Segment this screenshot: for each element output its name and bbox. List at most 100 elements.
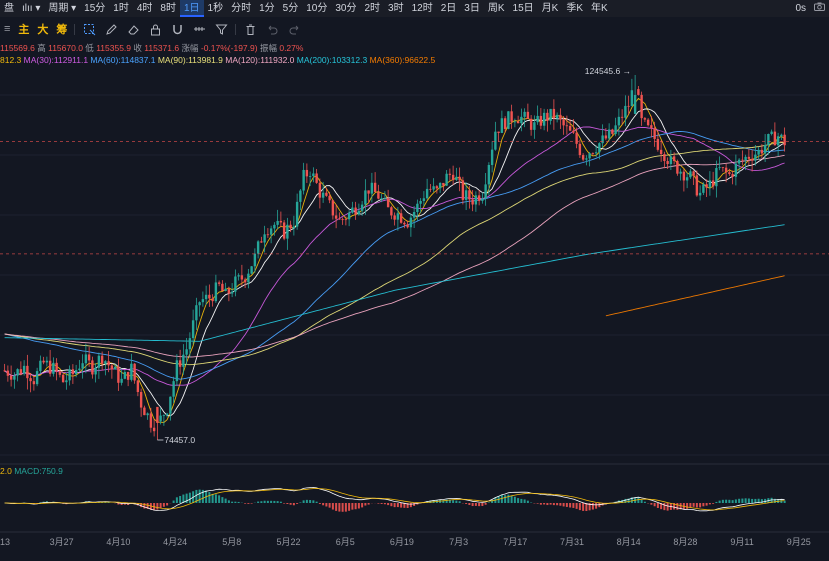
- macd-bar: [578, 503, 581, 511]
- candle-body: [568, 125, 572, 131]
- macd-bar: [247, 503, 250, 504]
- candle-body: [42, 360, 45, 363]
- candle-body: [143, 407, 146, 416]
- macd-bar: [562, 503, 565, 507]
- candle-body: [468, 190, 471, 200]
- macd-bar: [283, 503, 286, 504]
- macd-bar: [536, 503, 539, 504]
- candle-body: [731, 174, 734, 177]
- candle-body: [107, 361, 110, 366]
- macd-bar: [575, 503, 578, 509]
- macd-bar: [744, 498, 747, 503]
- macd-bar: [208, 492, 211, 503]
- candle-body: [409, 217, 413, 228]
- candle-body: [750, 158, 754, 161]
- candle-body: [763, 145, 767, 154]
- candle-body: [211, 298, 214, 302]
- candle-body: [552, 108, 556, 119]
- candle-body: [510, 111, 513, 122]
- macd-bar: [526, 500, 529, 503]
- candle-body: [624, 105, 627, 118]
- candle-body: [741, 159, 744, 161]
- x-tick-label: 9月11: [730, 537, 753, 547]
- candle-body: [461, 180, 465, 200]
- macd-bar: [637, 497, 640, 503]
- candle-body: [139, 392, 143, 408]
- macd-bar: [556, 503, 559, 506]
- candle-body: [94, 367, 97, 375]
- candle-body: [357, 210, 361, 215]
- candle-body: [403, 222, 406, 225]
- candle-body: [396, 213, 400, 220]
- candle-body: [185, 349, 188, 355]
- x-tick-label: 4月10: [106, 537, 130, 547]
- candle-body: [110, 365, 114, 370]
- candle-body: [640, 94, 643, 119]
- macd-bar: [364, 503, 367, 506]
- candle-body: [286, 224, 289, 239]
- candle-body: [643, 118, 647, 120]
- macd-bar: [510, 495, 513, 503]
- macd-bar: [718, 500, 721, 503]
- candle-body: [260, 241, 263, 243]
- candle-body: [295, 201, 299, 227]
- macd-bar: [325, 503, 328, 507]
- macd-bar: [546, 503, 549, 506]
- price-chart[interactable]: 124545.6 → 74457.0 13 3月27 4月10 4月24 5月8 5月22 6月…: [0, 0, 829, 561]
- macd-bar: [650, 503, 653, 505]
- macd-bar: [211, 493, 214, 503]
- candle-body: [204, 294, 208, 300]
- macd-bar: [517, 498, 520, 503]
- macd-bar: [107, 502, 110, 503]
- candle-body: [708, 180, 712, 188]
- candle-body: [705, 184, 708, 188]
- macd-bar: [234, 501, 237, 503]
- macd-bar: [351, 503, 354, 510]
- macd-bar: [478, 503, 481, 507]
- candle-body: [724, 167, 728, 173]
- candle-body: [516, 121, 520, 124]
- x-tick-label: 7月17: [503, 537, 527, 547]
- candle-body: [711, 180, 715, 187]
- candle-body: [91, 360, 94, 375]
- candle-body: [776, 136, 780, 146]
- candle-body: [279, 220, 283, 223]
- candle-body: [360, 204, 364, 211]
- macd-bar: [143, 503, 146, 509]
- macd-bar: [387, 503, 390, 506]
- candle-body: [679, 171, 682, 174]
- candle-body: [188, 338, 192, 350]
- candle-body: [620, 116, 624, 118]
- macd-bar: [299, 502, 302, 503]
- candle-body: [533, 122, 536, 130]
- macd-bar: [582, 503, 585, 511]
- candle-body: [435, 186, 439, 189]
- candle-body: [487, 164, 491, 185]
- candle-body: [445, 173, 448, 186]
- candle-body: [52, 362, 55, 374]
- candle-body: [728, 172, 731, 175]
- x-tick-label: 13: [0, 537, 10, 547]
- macd-bar: [595, 503, 598, 509]
- macd-bar: [344, 503, 347, 512]
- candle-body: [607, 129, 611, 139]
- candle-body: [455, 176, 458, 180]
- macd-bar: [689, 503, 692, 508]
- macd-bar: [653, 503, 656, 507]
- x-tick-label: 3月27: [50, 537, 74, 547]
- candle-body: [299, 190, 302, 202]
- x-tick-label: 9月25: [787, 537, 811, 547]
- candle-body: [55, 362, 58, 372]
- macd-bar: [666, 503, 669, 511]
- candle-body: [321, 192, 325, 198]
- candle-body: [253, 253, 257, 267]
- candle-body: [159, 415, 162, 422]
- macd-bar: [221, 497, 224, 503]
- candle-body: [578, 143, 582, 156]
- macd-bar: [452, 500, 455, 503]
- candle-body: [572, 130, 575, 133]
- macd-bar: [481, 503, 484, 506]
- x-tick-label: 8月14: [617, 537, 641, 547]
- macd-bar: [393, 503, 396, 508]
- macd-bar: [270, 500, 273, 503]
